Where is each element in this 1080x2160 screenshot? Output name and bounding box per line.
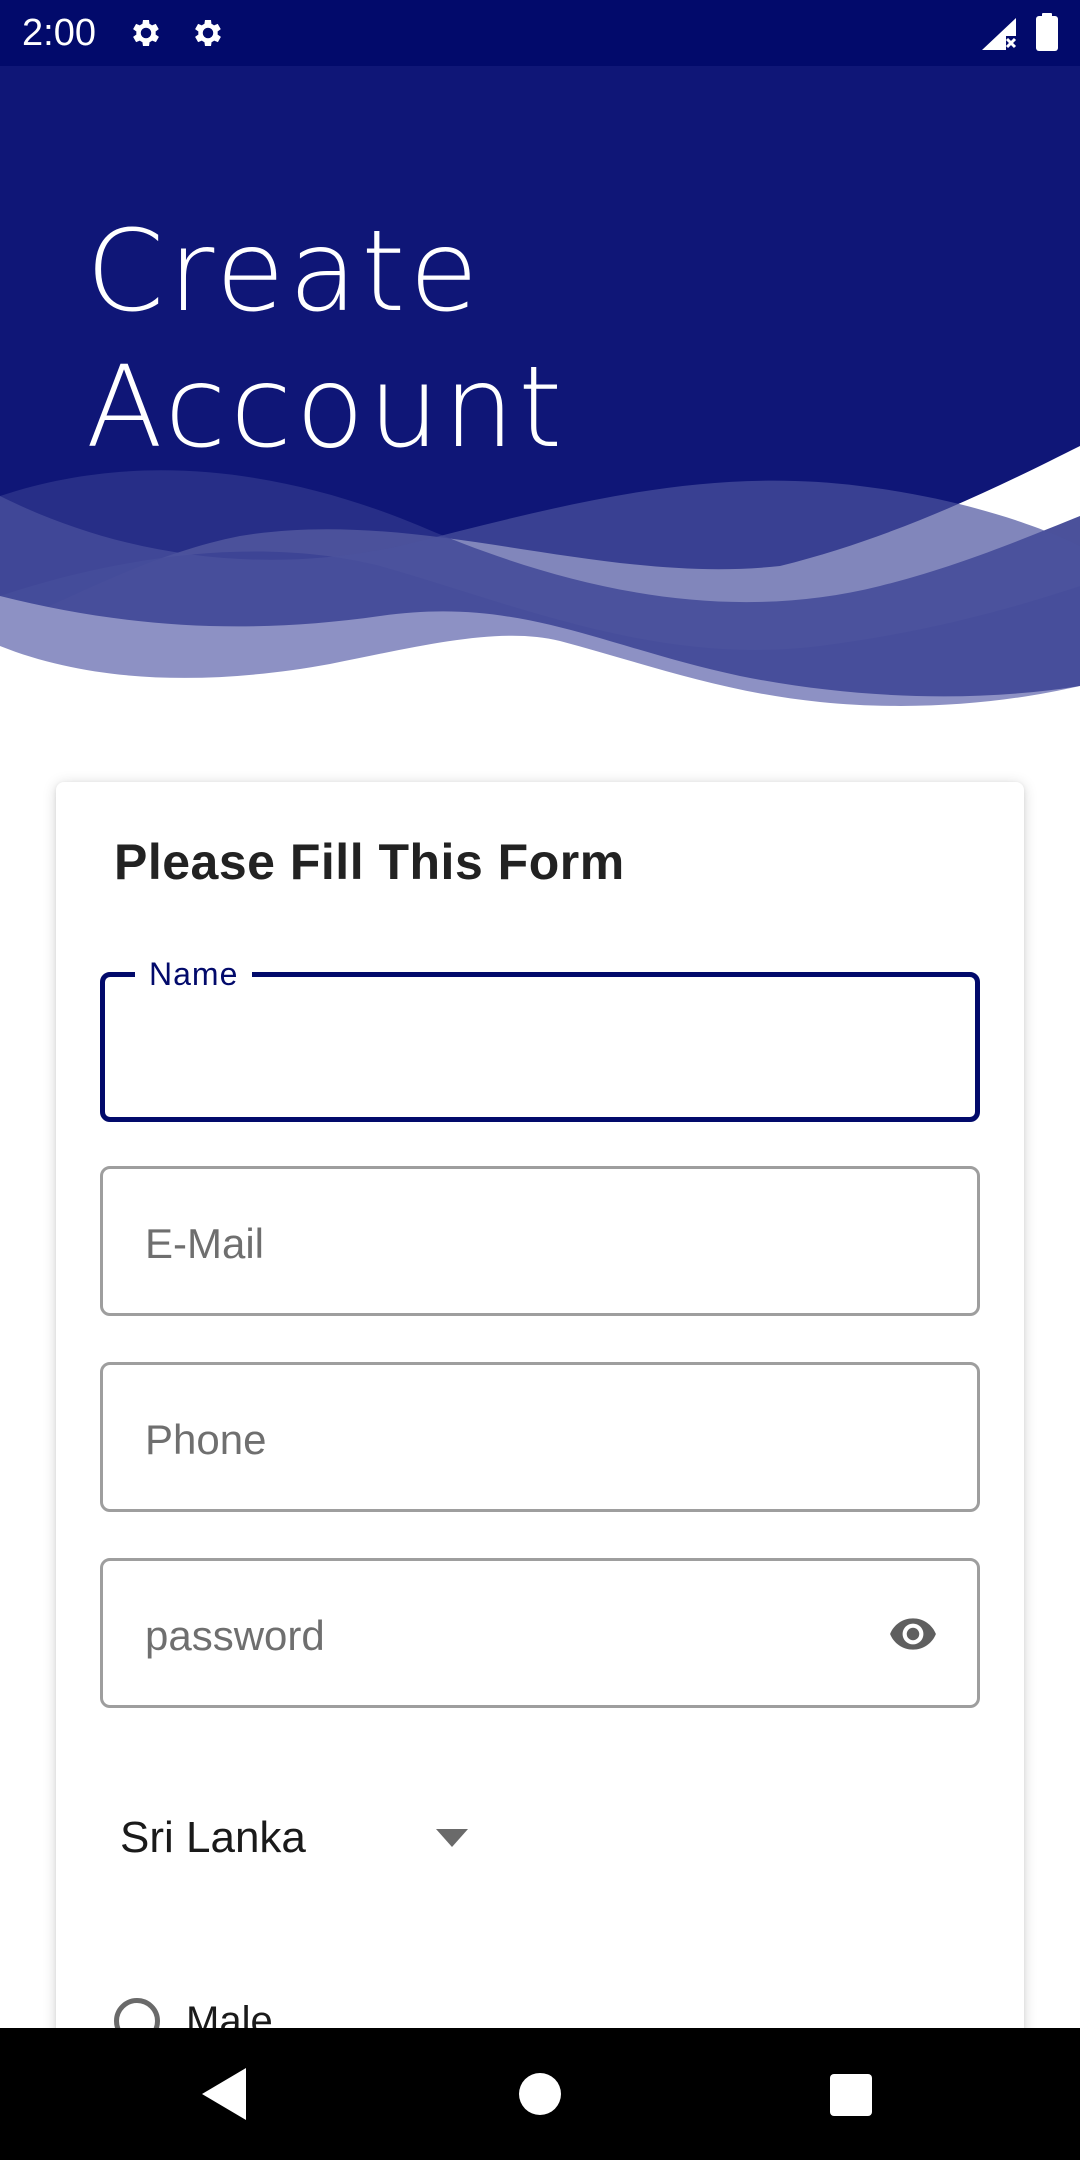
phone-field-placeholder: Phone (145, 1416, 267, 1463)
name-field[interactable]: Name (100, 957, 980, 1122)
chevron-down-icon (436, 1829, 468, 1847)
status-bar: 2:00 (0, 0, 1080, 66)
eye-icon[interactable] (881, 1609, 945, 1659)
home-icon[interactable] (519, 2073, 561, 2115)
page-title-line-2: Account (86, 343, 567, 473)
battery-icon (1036, 13, 1058, 51)
name-field-label: Name (135, 957, 253, 991)
password-field[interactable]: password (100, 1558, 980, 1708)
gear-icon (195, 19, 221, 47)
form-card: Please Fill This Form Name E-Mail Phone … (56, 782, 1024, 2082)
form-title: Please Fill This Form (114, 834, 625, 890)
email-field[interactable]: E-Mail (100, 1166, 980, 1316)
country-dropdown[interactable]: Sri Lanka (120, 1802, 468, 1872)
phone-field[interactable]: Phone (100, 1362, 980, 1512)
recents-icon[interactable] (830, 2074, 872, 2116)
back-icon[interactable] (202, 2068, 250, 2120)
password-field-placeholder: password (145, 1612, 325, 1659)
signal-no-sim-icon (982, 18, 1017, 50)
country-dropdown-value: Sri Lanka (120, 1813, 306, 1862)
email-field-placeholder: E-Mail (145, 1220, 265, 1267)
page-title: Create Account (86, 204, 566, 476)
gear-icon (133, 19, 159, 47)
header-banner: Create Account (0, 66, 1080, 726)
create-account-screen: 2:00 Create Account Please Fill This For… (0, 0, 1080, 2160)
status-time: 2:00 (22, 12, 96, 54)
page-title-line-1: Create (86, 207, 483, 337)
navigation-bar (0, 2028, 1080, 2160)
